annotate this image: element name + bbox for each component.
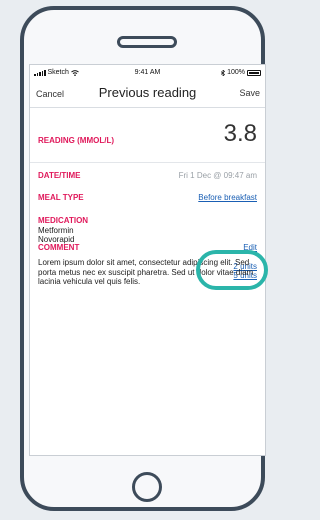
meal-type-label: MEAL TYPE bbox=[38, 193, 84, 202]
reading-label: READING (MMOL/L) bbox=[38, 136, 114, 145]
divider bbox=[30, 162, 265, 163]
datetime-label: DATE/TIME bbox=[38, 171, 81, 180]
page-title: Previous reading bbox=[98, 85, 197, 100]
medication-label: MEDICATION bbox=[38, 216, 89, 225]
status-bar: Sketch 9:41 AM 100% bbox=[30, 65, 265, 79]
battery-icon bbox=[247, 69, 261, 76]
save-button[interactable]: Save bbox=[239, 88, 260, 98]
comment-label: COMMENT bbox=[38, 243, 80, 252]
home-button[interactable] bbox=[132, 472, 162, 502]
bluetooth-icon bbox=[221, 69, 226, 76]
highlight-annotation bbox=[196, 250, 268, 290]
datetime-value: Fri 1 Dec @ 09:47 am bbox=[178, 171, 257, 180]
phone-speaker bbox=[117, 36, 177, 48]
meal-type-link[interactable]: Before breakfast bbox=[198, 193, 257, 202]
reading-value: 3.8 bbox=[223, 120, 257, 147]
battery-percent: 100% bbox=[227, 69, 245, 76]
nav-bar: Cancel Previous reading Save bbox=[30, 81, 265, 108]
medication-name: Metformin bbox=[38, 226, 74, 235]
